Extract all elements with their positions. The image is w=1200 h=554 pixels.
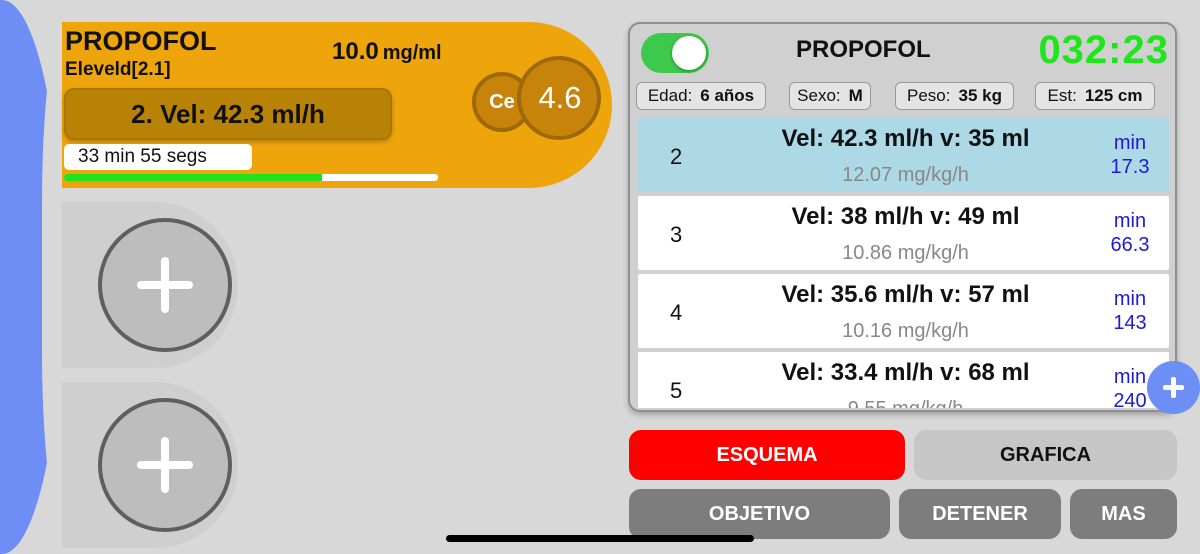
add-step-plus-icon[interactable] — [1147, 361, 1200, 414]
grafica-button[interactable]: GRAFICA — [914, 430, 1177, 480]
row-step: 4 — [670, 300, 683, 325]
pump-drug-name: PROPOFOL — [65, 26, 217, 56]
panel-title: PROPOFOL — [796, 36, 931, 63]
home-indicator[interactable] — [446, 535, 754, 542]
detener-button[interactable]: DETENER — [899, 489, 1061, 539]
pump-detail-panel: PROPOFOL 032:23 Edad: 6 años Sexo: M Peso:… — [628, 22, 1177, 412]
concentration-unit: mg/ml — [382, 42, 442, 64]
row-min-value: 17.3 — [1110, 156, 1150, 178]
progress-fill — [64, 174, 323, 181]
row-min-value: 66.3 — [1110, 234, 1150, 256]
chip-label: Est: — [1047, 86, 1077, 105]
chip-value: M — [848, 86, 863, 105]
chip-value: 6 años — [700, 86, 755, 105]
schedule-row[interactable]: 3 Vel: 38 ml/h v: 49 ml 10.86 mg/kg/h mi… — [638, 196, 1169, 270]
elapsed-clock: 032:23 — [1038, 28, 1169, 72]
row-step: 2 — [670, 144, 683, 169]
empty-pump-slot — [62, 202, 238, 368]
row-min-label: min — [1113, 132, 1147, 154]
chip-label: Peso: — [907, 86, 951, 105]
pump-model: Eleveld[2.1] — [65, 59, 171, 80]
infusion-rate-button[interactable]: 2. Vel: 42.3 ml/h — [64, 88, 392, 140]
side-strip — [0, 0, 72, 554]
patient-height-chip: Est: 125 cm — [1035, 82, 1155, 110]
schedule-list[interactable]: 2 Vel: 42.3 ml/h v: 35 ml 12.07 mg/kg/h … — [638, 118, 1169, 408]
empty-pump-slot — [62, 382, 238, 548]
add-pump-plus-icon[interactable] — [98, 218, 232, 352]
mas-button[interactable]: MAS — [1070, 489, 1177, 539]
chip-label: Sexo: — [797, 86, 841, 105]
patient-age-chip: Edad: 6 años — [636, 82, 766, 110]
chip-label: Edad: — [647, 86, 693, 105]
esquema-button[interactable]: ESQUEMA — [629, 430, 905, 480]
infusion-progress-bar — [64, 174, 438, 181]
toggle-knob — [672, 36, 706, 70]
objetivo-button[interactable]: OBJETIVO — [629, 489, 890, 539]
schedule-row[interactable]: 2 Vel: 42.3 ml/h v: 35 ml 12.07 mg/kg/h … — [638, 118, 1169, 192]
pump-card[interactable]: PROPOFOL Eleveld[2.1] 10.0 mg/ml 2. Vel: … — [62, 22, 612, 188]
row-step: 3 — [670, 222, 683, 247]
chip-value: 125 cm — [1084, 86, 1143, 105]
schedule-row[interactable]: 5 Vel: 33.4 ml/h v: 68 ml 9.55 mg/kg/h m… — [638, 352, 1169, 408]
row-dose: 9.55 mg/kg/h — [738, 398, 1073, 408]
schedule-row[interactable]: 4 Vel: 35.6 ml/h v: 57 ml 10.16 mg/kg/h … — [638, 274, 1169, 348]
row-dose: 10.16 mg/kg/h — [842, 320, 969, 342]
pump-on-toggle[interactable] — [641, 33, 709, 73]
concentration-value: 10.0 — [332, 38, 379, 65]
row-min-label: min — [1113, 210, 1147, 232]
row-rate-volume: Vel: 38 ml/h v: 49 ml — [791, 203, 1020, 230]
chip-value: 35 kg — [958, 86, 1002, 105]
row-dose: 10.86 mg/kg/h — [842, 242, 969, 264]
row-step: 5 — [670, 378, 683, 403]
patient-weight-chip: Peso: 35 kg — [895, 82, 1014, 110]
remaining-time: 33 min 55 segs — [64, 144, 252, 170]
patient-sex-chip: Sexo: M — [789, 82, 871, 110]
add-pump-plus-icon[interactable] — [98, 398, 232, 532]
row-dose: 12.07 mg/kg/h — [842, 164, 969, 186]
ce-value-badge[interactable]: 4.6 — [517, 56, 601, 140]
row-rate-volume: Vel: 42.3 ml/h v: 35 ml — [781, 125, 1030, 152]
row-rate-volume: Vel: 33.4 ml/h v: 68 ml — [781, 359, 1030, 386]
row-min-label: min — [1113, 288, 1147, 310]
row-rate-volume: Vel: 35.6 ml/h v: 57 ml — [781, 281, 1030, 308]
row-min-value: 143 — [1113, 312, 1147, 334]
pump-concentration: 10.0 mg/ml — [332, 38, 442, 66]
